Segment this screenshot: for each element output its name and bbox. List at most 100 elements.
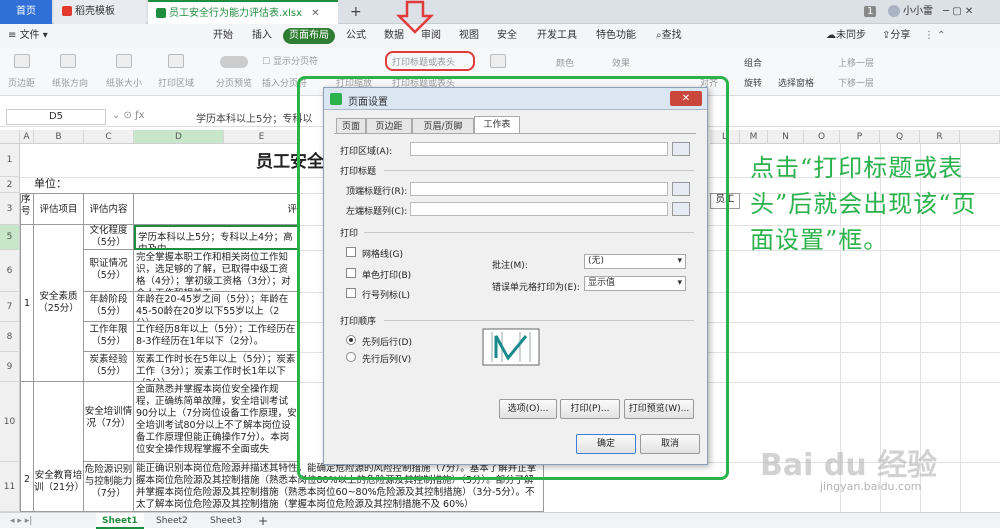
title-rows-input[interactable]	[410, 182, 668, 196]
print-preview-button[interactable]: 打印预览(W)...	[624, 399, 694, 419]
menu-page-layout[interactable]: 页面布局	[283, 28, 335, 44]
color-button[interactable]: 颜色	[556, 56, 574, 69]
sync-status[interactable]: ☁未同步	[826, 28, 866, 44]
mono-checkbox[interactable]	[346, 268, 356, 278]
row-header[interactable]: 10	[0, 382, 20, 462]
col-header[interactable]: B	[34, 130, 84, 144]
tab-file[interactable]: 员工安全行为能力评估表.xlsx ✕	[148, 0, 338, 24]
close-icon[interactable]: ✕	[311, 8, 319, 19]
row-header[interactable]: 1	[0, 144, 20, 177]
window-controls[interactable]: ─ ▢ ✕	[935, 0, 981, 24]
sub-item[interactable]: 危险源识别与控制能力（7分）	[84, 462, 134, 512]
print-area-button[interactable]: 打印区域	[158, 76, 194, 89]
tab-page[interactable]: 页面	[336, 118, 366, 134]
bring-forward-button[interactable]: 上移一层	[838, 56, 874, 69]
row-header[interactable]: 9	[0, 352, 20, 382]
over-then-down-radio[interactable]	[346, 352, 356, 362]
title-cols-input[interactable]	[410, 202, 668, 216]
margins-button[interactable]: 页边距	[8, 76, 35, 89]
row-header[interactable]: 3	[0, 193, 20, 225]
ok-button[interactable]: 确定	[576, 434, 636, 454]
rotate-button[interactable]: 旋转	[744, 76, 762, 89]
paper-size-button[interactable]: 纸张大小	[106, 76, 142, 89]
range-picker-icon[interactable]	[672, 182, 690, 196]
print-area-input[interactable]	[410, 142, 668, 156]
selected-cell[interactable]: 学历本科以上5分；专科以上4分；高中及中	[134, 225, 300, 250]
effect-button[interactable]: 效果	[612, 56, 630, 69]
row-header[interactable]: 7	[0, 292, 20, 322]
sub-item[interactable]: 安全培训情况（7分）	[84, 382, 134, 462]
menu-developer[interactable]: 开发工具	[537, 28, 577, 44]
row-num-2[interactable]: 2	[20, 382, 34, 512]
standard-cell[interactable]: 炭素工作时长在5年以上（5分）；炭素工作（3分）；炭素工作时长1年以下（2分）	[134, 352, 300, 382]
print-button[interactable]: 打印(P)...	[560, 399, 620, 419]
avatar[interactable]: 小小雷	[880, 0, 941, 24]
menu-insert[interactable]: 插入	[252, 28, 272, 44]
header-standard[interactable]: 评	[134, 193, 300, 225]
col-header[interactable]	[960, 130, 1000, 144]
tab-sheet[interactable]: 工作表	[474, 116, 520, 134]
row-num-1[interactable]: 1	[20, 225, 34, 382]
standard-cell[interactable]: 年龄在20-45岁之间（5分）；年龄在45-50龄在20岁以下55岁以上（2分）…	[134, 292, 300, 322]
header-seq[interactable]: 序号	[20, 193, 34, 225]
sub-item[interactable]: 职证情况（5分）	[84, 250, 134, 292]
menu-view[interactable]: 视图	[459, 28, 479, 44]
errors-select[interactable]: 显示值 ▾	[584, 276, 686, 291]
row-header[interactable]: 5	[0, 225, 20, 250]
orientation-button[interactable]: 纸张方向	[52, 76, 88, 89]
more-icons[interactable]: ⋮ ⌃	[924, 28, 946, 44]
standard-cell[interactable]: 完全掌握本职工作和相关岗位工作知识，选足够的了解，已取得中级工资格（4分）；掌初…	[134, 250, 300, 292]
row-header[interactable]: 2	[0, 177, 20, 193]
name-box[interactable]: D5	[6, 109, 106, 125]
select-pane-button[interactable]: 选择窗格	[778, 76, 814, 89]
add-sheet-icon[interactable]: +	[252, 513, 274, 529]
menu-security[interactable]: 安全	[497, 28, 517, 44]
sub-item[interactable]: 文化程度（5分）	[84, 225, 134, 250]
category-1[interactable]: 安全素质（25分）	[34, 225, 84, 382]
category-2[interactable]: 安全教育培训（21分）	[34, 382, 84, 512]
col-header[interactable]: C	[84, 130, 134, 144]
comments-select[interactable]: (无) ▾	[584, 254, 686, 269]
row-header[interactable]: 6	[0, 250, 20, 292]
sheet-tab-1[interactable]: Sheet1	[96, 513, 144, 529]
show-break-checkbox[interactable]: ☐ 显示分页符	[262, 54, 318, 67]
options-button[interactable]: 选项(O)...	[499, 399, 557, 419]
tab-home[interactable]: 首页	[0, 0, 52, 24]
new-tab-icon[interactable]: +	[342, 0, 370, 24]
send-backward-button[interactable]: 下移一层	[838, 76, 874, 89]
print-titles-button[interactable]: 打印标题或表头	[392, 55, 455, 68]
menu-special[interactable]: 特色功能	[596, 28, 636, 44]
cancel-button[interactable]: 取消	[640, 434, 700, 454]
share-button[interactable]: ⇪分享	[882, 28, 910, 44]
sheet-nav-icons[interactable]: ◂ ▸ ▸|	[4, 513, 38, 529]
col-header[interactable]: N	[768, 130, 804, 144]
tab-template[interactable]: 稻壳模板	[54, 0, 146, 24]
formula-icons[interactable]: ⌄ ⊙ ƒx	[112, 110, 145, 121]
col-header[interactable]: P	[840, 130, 880, 144]
page-preview-button[interactable]: 分页预览	[216, 76, 252, 89]
sub-item[interactable]: 炭素经验（5分）	[84, 352, 134, 382]
col-header[interactable]: R	[920, 130, 960, 144]
menu-search[interactable]: ⌕查找	[656, 28, 682, 44]
col-header[interactable]: O	[804, 130, 840, 144]
sub-item[interactable]: 年龄阶段（5分）	[84, 292, 134, 322]
header-content[interactable]: 评估内容	[84, 193, 134, 225]
menu-home[interactable]: 开始	[213, 28, 233, 44]
gridlines-checkbox[interactable]	[346, 247, 356, 257]
standard-cell[interactable]: 全面熟悉并掌握本岗位安全操作规程，正确练简单故障，安全培训考试90分以上（7分岗…	[134, 382, 300, 462]
tab-margins[interactable]: 页边距	[366, 118, 412, 134]
col-header[interactable]: E	[224, 130, 300, 144]
formula-input[interactable]: 学历本科以上5分；专科以	[196, 110, 312, 125]
col-header[interactable]: Q	[880, 130, 920, 144]
group-button[interactable]: 组合	[744, 56, 762, 69]
sub-item[interactable]: 工作年限（5分）	[84, 322, 134, 352]
col-header[interactable]: D	[134, 130, 224, 144]
down-then-over-radio[interactable]	[346, 335, 356, 345]
menu-file[interactable]: ≡ 文件 ▾	[8, 28, 48, 44]
sheet-tab-2[interactable]: Sheet2	[150, 513, 194, 529]
range-picker-icon[interactable]	[672, 202, 690, 216]
sheet-tab-3[interactable]: Sheet3	[204, 513, 248, 529]
headings-checkbox[interactable]	[346, 288, 356, 298]
menu-formulas[interactable]: 公式	[346, 28, 366, 44]
corner-cell[interactable]	[0, 130, 20, 144]
